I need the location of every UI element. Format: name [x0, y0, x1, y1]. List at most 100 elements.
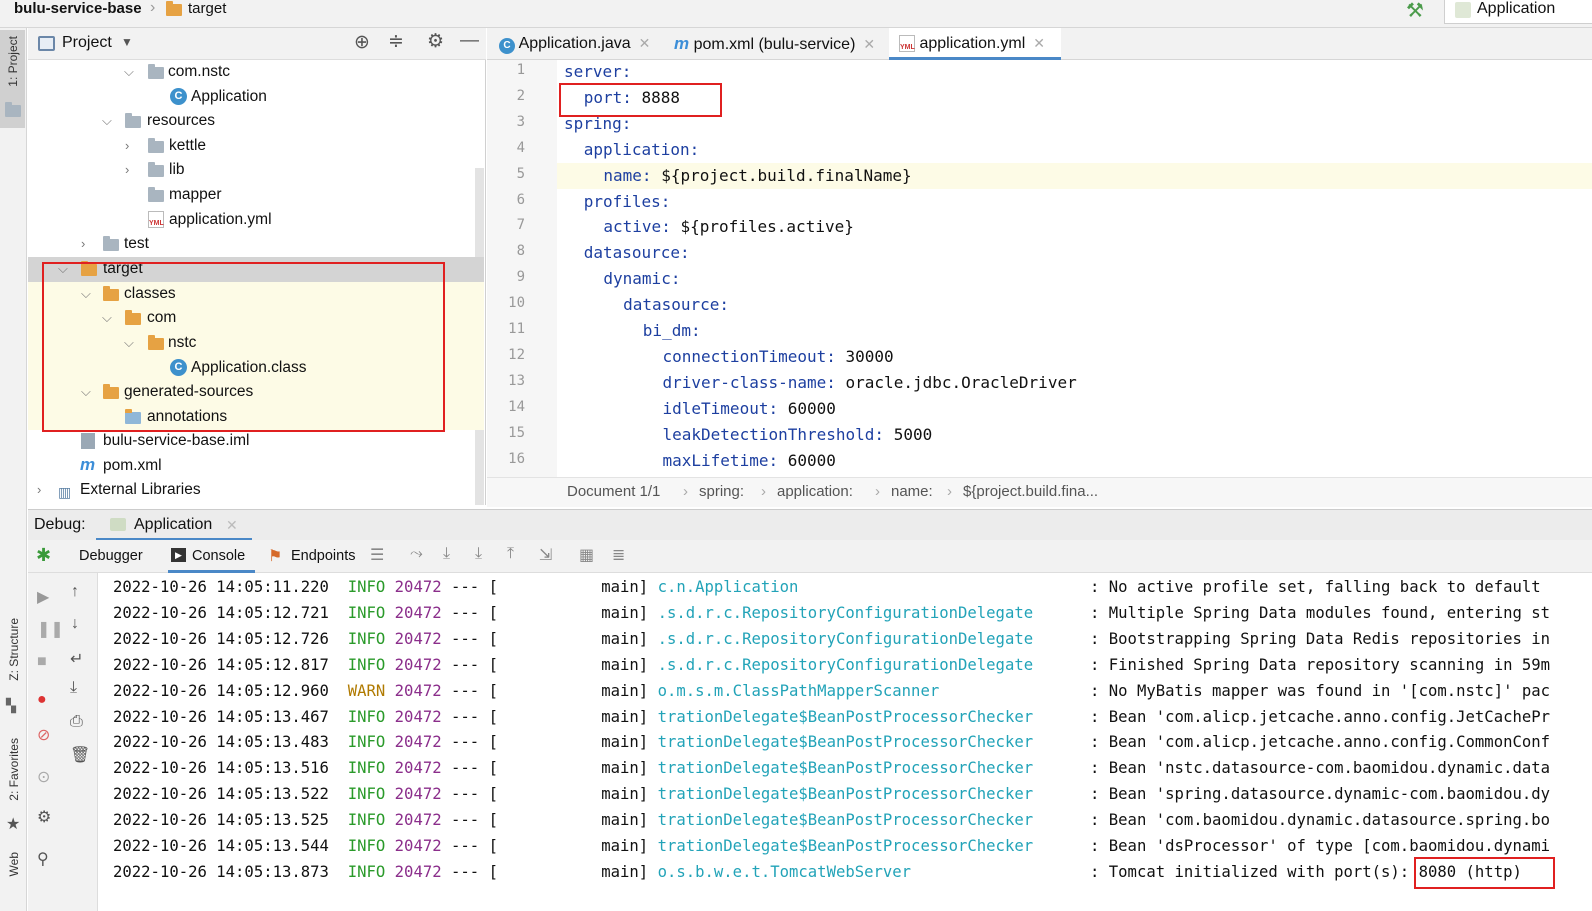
- log-timestamp: 2022-10-26 14:05:12.721: [113, 603, 329, 622]
- arrow-down-icon[interactable]: ↓: [71, 615, 79, 633]
- yaml-key: dynamic:: [603, 269, 681, 289]
- line-number: 2: [516, 87, 525, 104]
- tab-console[interactable]: ▶ Console: [168, 540, 255, 573]
- breadcrumb-application[interactable]: application:: [777, 483, 853, 500]
- gear-icon[interactable]: ⚙: [427, 30, 444, 53]
- structure-tool-tab[interactable]: Z: Structure: [7, 618, 21, 681]
- folder-icon: [148, 138, 164, 153]
- trash-icon[interactable]: 🗑: [70, 745, 90, 765]
- tree-item-resources[interactable]: ⌵ resources: [28, 109, 484, 134]
- tab-label: Application.java: [518, 35, 631, 52]
- tree-item-lib[interactable]: › lib: [28, 158, 484, 183]
- tab-endpoints[interactable]: Endpoints: [291, 548, 356, 564]
- log-message: : Bean 'com.baomidou.dynamic.datasource.…: [1090, 811, 1551, 830]
- menu-icon[interactable]: ☰: [370, 545, 384, 565]
- close-icon[interactable]: ✕: [226, 517, 238, 534]
- pause-icon[interactable]: ❚❚: [37, 619, 64, 639]
- minimize-icon[interactable]: —: [460, 30, 479, 52]
- chevron-right-icon[interactable]: ›: [81, 232, 93, 256]
- project-tool-tab[interactable]: 1: Project: [0, 30, 25, 128]
- tree-item-test[interactable]: › test: [28, 232, 484, 257]
- run-to-cursor-icon[interactable]: ⇲: [539, 545, 552, 565]
- locate-file-icon[interactable]: ⊕: [354, 31, 370, 54]
- breadcrumb-project[interactable]: bulu-service-base: [14, 0, 142, 18]
- breadcrumb-target[interactable]: target: [188, 0, 226, 18]
- chevron-down-icon[interactable]: ▼: [121, 35, 133, 49]
- log-separator: [385, 811, 394, 829]
- camera-icon[interactable]: ⊙: [37, 767, 50, 787]
- editor-breadcrumb-bar: Document 1/1 › spring: › application: › …: [487, 477, 1592, 507]
- log-separator: --- [: [441, 837, 602, 855]
- tree-item-pom[interactable]: m pom.xml: [28, 454, 484, 479]
- log-pid: 20472: [394, 707, 442, 726]
- close-icon[interactable]: ✕: [639, 35, 651, 51]
- tree-item-kettle[interactable]: › kettle: [28, 134, 484, 159]
- step-over-icon[interactable]: ⤓: [443, 545, 450, 563]
- scroll-to-end-icon[interactable]: ⤓: [70, 679, 77, 697]
- bug-icon[interactable]: ✱: [36, 545, 51, 566]
- log-line: 2022-10-26 14:05:13.873 INFO 20472 --- […: [113, 860, 911, 886]
- gear-icon[interactable]: ⚙: [37, 807, 51, 827]
- evaluate-icon[interactable]: ▦: [579, 545, 594, 565]
- chevron-right-icon[interactable]: ›: [37, 478, 49, 502]
- code-line: dynamic:: [603, 267, 680, 293]
- tree-item-mapper[interactable]: mapper: [28, 183, 484, 208]
- step-out-icon[interactable]: ⤒: [507, 545, 514, 563]
- project-view-selector[interactable]: Project: [62, 34, 112, 52]
- log-logger: trationDelegate$BeanPostProcessorChecker: [657, 707, 1034, 726]
- yaml-key: name:: [603, 165, 652, 185]
- stop-icon[interactable]: ■: [37, 653, 47, 671]
- tab-pom-xml[interactable]: m pom.xml (bulu-service) ✕: [664, 28, 886, 60]
- log-separator: --- [: [441, 629, 602, 648]
- soft-wrap-icon[interactable]: ↵: [70, 649, 83, 669]
- log-thread: main: [601, 733, 639, 752]
- web-tool-tab[interactable]: Web: [7, 852, 21, 876]
- breadcrumb-document[interactable]: Document 1/1: [567, 483, 660, 500]
- breakpoints-icon[interactable]: ●: [37, 691, 47, 709]
- tree-item-application[interactable]: C Application: [28, 85, 484, 110]
- show-execution-point-icon[interactable]: ⤳: [410, 545, 423, 563]
- log-level: WARN: [347, 681, 386, 700]
- collapse-all-icon[interactable]: ≑: [388, 30, 404, 53]
- arrow-up-icon[interactable]: ↑: [71, 583, 79, 601]
- trace-icon[interactable]: ≣: [612, 545, 625, 565]
- tab-application-yml[interactable]: YML application.yml ✕: [889, 28, 1061, 60]
- favorites-tool-tab[interactable]: 2: Favorites: [7, 738, 21, 801]
- breadcrumb-value[interactable]: ${project.build.fina...: [963, 483, 1098, 500]
- log-pid: 20472: [394, 862, 442, 881]
- code-line: connectionTimeout: 30000: [663, 345, 894, 371]
- run-configuration-selector[interactable]: Application: [1444, 0, 1592, 24]
- step-into-icon[interactable]: ⤓: [475, 545, 482, 563]
- breadcrumb-name[interactable]: name:: [891, 483, 933, 500]
- tab-debugger[interactable]: Debugger: [79, 548, 143, 564]
- folder-icon: [148, 187, 164, 202]
- tree-item-application-yml[interactable]: YML application.yml: [28, 208, 484, 233]
- debug-session-tab[interactable]: Application ✕: [96, 510, 252, 541]
- resume-icon[interactable]: ▶: [37, 587, 49, 607]
- chevron-right-icon[interactable]: ›: [125, 158, 137, 182]
- tree-item-com-nstc[interactable]: ⌵ com.nstc: [28, 60, 484, 85]
- print-icon[interactable]: ⎙: [70, 713, 83, 731]
- folder-icon: [166, 1, 182, 16]
- mute-breakpoints-icon[interactable]: ⊘: [37, 725, 50, 745]
- close-icon[interactable]: ✕: [1033, 35, 1045, 51]
- chevron-down-icon[interactable]: ⌵: [102, 109, 114, 133]
- folder-icon: [148, 162, 164, 177]
- tree-item-external-libraries[interactable]: › ▥ External Libraries: [28, 478, 484, 503]
- log-separator: [329, 682, 348, 700]
- build-hammer-icon[interactable]: ⚒: [1406, 0, 1424, 23]
- yaml-value: 60000: [778, 450, 836, 470]
- tree-item-iml[interactable]: bulu-service-base.iml: [28, 429, 484, 454]
- log-separator: --- [: [441, 681, 602, 700]
- chevron-down-icon[interactable]: ⌵: [124, 60, 136, 84]
- folder-icon: [103, 236, 119, 251]
- log-separator: [329, 630, 348, 648]
- close-icon[interactable]: ✕: [863, 36, 875, 52]
- pin-icon[interactable]: ⚲: [37, 849, 49, 869]
- log-line: 2022-10-26 14:05:13.483 INFO 20472 --- […: [113, 730, 1033, 756]
- chevron-right-icon[interactable]: ›: [125, 134, 137, 158]
- log-thread: main: [601, 629, 639, 648]
- breadcrumb-spring[interactable]: spring:: [699, 483, 744, 500]
- log-timestamp: 2022-10-26 14:05:13.873: [113, 862, 329, 881]
- tab-application-java[interactable]: C Application.java ✕: [489, 28, 662, 60]
